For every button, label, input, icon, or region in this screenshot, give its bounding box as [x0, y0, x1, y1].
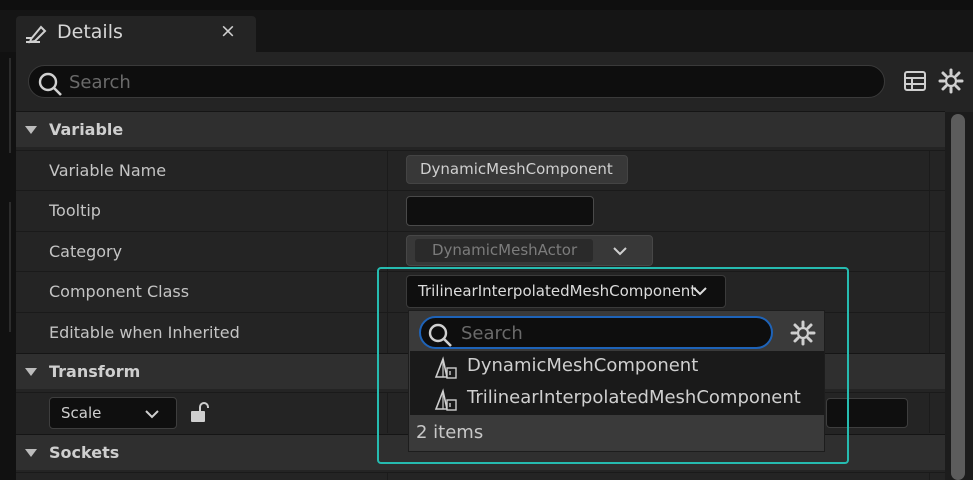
chevron-down-icon	[693, 287, 707, 296]
gear-icon[interactable]	[938, 68, 964, 94]
list-item[interactable]: DynamicMeshComponent	[410, 351, 824, 383]
category-variable[interactable]: Variable	[16, 111, 945, 147]
list-item[interactable]: TrilinearInterpolatedMeshComponent	[410, 383, 824, 415]
scrollbar-thumb[interactable]	[951, 114, 965, 480]
row-label: Editable when Inherited	[49, 323, 240, 342]
variable-name-value: DynamicMeshComponent	[420, 160, 613, 178]
edit-pencil-icon	[25, 24, 47, 46]
left-gutter	[0, 52, 16, 480]
top-bar	[0, 0, 973, 10]
item-count: 2 items	[416, 422, 484, 443]
chevron-down-icon	[613, 247, 627, 256]
row-label: Category	[49, 242, 123, 261]
row-sockets	[16, 472, 945, 480]
transform-mode-combo[interactable]: Scale	[49, 397, 177, 429]
table-view-icon[interactable]	[902, 68, 928, 94]
tab-title: Details	[57, 21, 123, 43]
component-class-value: TrilinearInterpolatedMeshComponent	[418, 282, 697, 300]
unlock-icon[interactable]	[188, 401, 210, 427]
component-class-combo[interactable]: TrilinearInterpolatedMeshComponent	[406, 275, 726, 308]
variable-name-field[interactable]: DynamicMeshComponent	[406, 155, 628, 184]
search-icon	[428, 323, 452, 347]
dropdown-search-field[interactable]	[419, 316, 773, 349]
category-label: Variable	[49, 120, 124, 139]
mesh-component-icon	[434, 356, 457, 379]
category-label: Transform	[49, 362, 141, 381]
search-input[interactable]	[69, 69, 869, 95]
search-field[interactable]	[28, 65, 885, 98]
search-icon	[38, 72, 62, 96]
tooltip-field[interactable]	[406, 196, 594, 226]
tab-strip: Details ×	[0, 10, 973, 52]
row-label: Component Class	[49, 282, 190, 301]
dropdown-search-input[interactable]	[461, 321, 761, 345]
collapse-arrow-icon	[25, 126, 37, 134]
category-label: Sockets	[49, 443, 120, 462]
close-icon[interactable]: ×	[220, 20, 236, 42]
class-picker-dropdown: DynamicMeshComponent TrilinearInterpolat…	[408, 310, 825, 452]
list-item-label: DynamicMeshComponent	[467, 355, 699, 376]
class-list: DynamicMeshComponent TrilinearInterpolat…	[410, 351, 824, 415]
transform-mode-value: Scale	[61, 404, 102, 422]
chevron-down-icon	[145, 410, 159, 419]
details-tab[interactable]: Details ×	[16, 16, 256, 52]
row-label: Variable Name	[49, 161, 167, 180]
list-item-label: TrilinearInterpolatedMeshComponent	[467, 387, 801, 408]
collapse-arrow-icon	[25, 368, 37, 376]
gear-icon[interactable]	[790, 320, 816, 346]
mesh-component-icon	[434, 388, 457, 411]
category-combo[interactable]: DynamicMeshActor	[406, 235, 653, 266]
category-value: DynamicMeshActor	[432, 241, 578, 259]
row-label: Tooltip	[49, 201, 101, 220]
collapse-arrow-icon	[25, 449, 37, 457]
